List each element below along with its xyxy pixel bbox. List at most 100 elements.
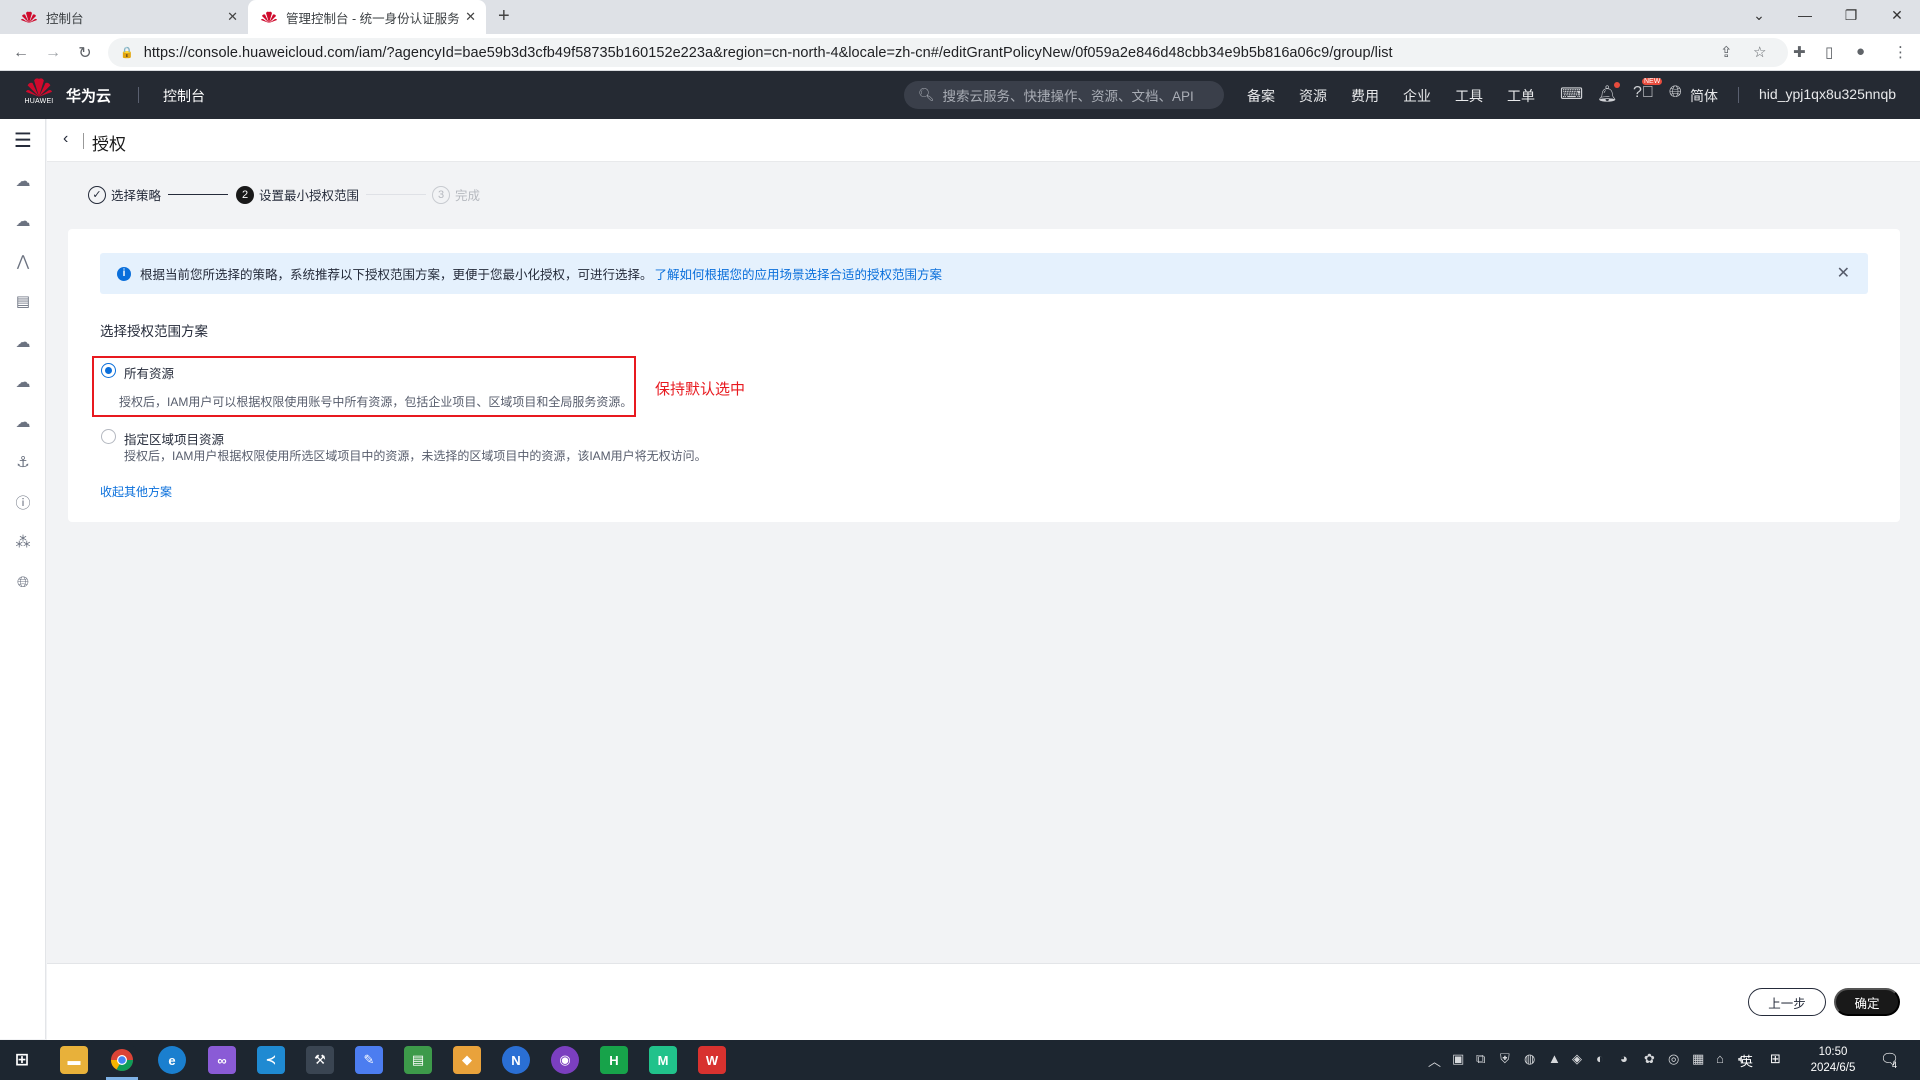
radio-region-project-resources[interactable] <box>101 429 116 444</box>
forward-arrow-icon[interactable]: → <box>41 41 65 65</box>
tab-close-icon[interactable]: ✕ <box>227 9 238 25</box>
huawei-favicon-icon <box>20 10 38 24</box>
new-tab-button[interactable]: + <box>498 5 510 28</box>
profile-avatar-icon[interactable]: ● <box>1856 43 1865 60</box>
tools-icon[interactable]: ⚒ <box>306 1046 334 1074</box>
upload-cloud-icon[interactable]: ☁ <box>11 370 35 394</box>
tray-app-icon[interactable]: ◎ <box>1668 1051 1679 1067</box>
new-badge: NEW <box>1642 78 1663 85</box>
network-icon[interactable]: ⌂ <box>1716 1051 1724 1066</box>
nav-enterprise[interactable]: 企业 <box>1403 86 1431 106</box>
ecs-cloud-icon[interactable]: ☁ <box>11 169 35 193</box>
confirm-button[interactable]: 确定 <box>1834 988 1900 1016</box>
hbuilder-icon[interactable]: H <box>600 1046 628 1074</box>
notepad-icon[interactable]: ▤ <box>404 1046 432 1074</box>
info-text: 根据当前您所选择的策略，系统推荐以下授权范围方案，更便于您最小化授权，可进行选择… <box>140 268 653 282</box>
info-icon: i <box>117 266 131 281</box>
wechat-icon[interactable]: ◕ <box>1620 1051 1628 1066</box>
git-icon[interactable]: ◆ <box>453 1046 481 1074</box>
tray-app-icon[interactable]: ◈ <box>1572 1051 1582 1067</box>
step-connector <box>366 194 426 195</box>
windows-start-icon[interactable]: ⊞ <box>8 1046 36 1074</box>
file-explorer-icon[interactable]: ▬ <box>60 1046 88 1074</box>
tray-app-icon[interactable]: ▣ <box>1452 1051 1464 1067</box>
ime-layout-icon[interactable]: ⊞ <box>1770 1051 1781 1067</box>
document-icon[interactable]: ▤ <box>11 289 35 313</box>
cdn-cloud-icon[interactable]: ☁ <box>11 209 35 233</box>
reload-icon[interactable]: ↻ <box>73 41 97 65</box>
tray-app-icon[interactable]: ◍ <box>1524 1051 1535 1067</box>
browser-tab-iam[interactable]: 管理控制台 - 统一身份认证服务 ✕ <box>248 0 486 34</box>
option-label[interactable]: 所有资源 <box>124 363 174 382</box>
action-footer <box>47 963 1920 1040</box>
tray-shield-icon[interactable]: ⛨ <box>1500 1051 1510 1067</box>
vscode-icon[interactable]: ≺ <box>257 1046 285 1074</box>
share-icon[interactable]: ⇪ <box>1720 43 1733 61</box>
global-search-input[interactable]: 🔍︎ 搜索云服务、快捷操作、资源、文档、API <box>904 81 1224 109</box>
network-globe-icon[interactable]: 🌐︎ <box>11 570 35 594</box>
huawei-logo[interactable]: HUAWEI <box>24 77 54 113</box>
nav-resources[interactable]: 资源 <box>1299 86 1327 106</box>
tray-app-icon[interactable]: ✿ <box>1644 1051 1655 1067</box>
section-title: 选择授权范围方案 <box>100 324 208 339</box>
tab-close-icon[interactable]: ✕ <box>465 9 476 25</box>
help-icon[interactable]: ?⃝ <box>1633 84 1654 102</box>
cluster-icon[interactable]: ⁂ <box>11 530 35 554</box>
username[interactable]: hid_ypj1qx8u325nnqb <box>1759 86 1896 102</box>
wps-icon[interactable]: W <box>698 1046 726 1074</box>
bookmark-star-icon[interactable]: ☆ <box>1753 43 1766 61</box>
tray-app-icon[interactable]: ▲ <box>1548 1051 1561 1066</box>
url-text: https://console.huaweicloud.com/iam/?age… <box>143 44 1393 61</box>
title-divider <box>83 133 84 149</box>
anchor-icon[interactable]: ⚓ <box>11 450 35 474</box>
brand-name[interactable]: 华为云 <box>66 85 111 106</box>
system-clock[interactable]: 10:50 2024/6/5 <box>1798 1044 1868 1076</box>
nav-beian[interactable]: 备案 <box>1247 86 1275 106</box>
previous-step-button[interactable]: 上一步 <box>1748 988 1826 1016</box>
feishu-icon[interactable]: ✎ <box>355 1046 383 1074</box>
nav-billing[interactable]: 费用 <box>1351 86 1379 106</box>
header-divider <box>138 87 139 103</box>
window-close-icon[interactable]: ✕ <box>1874 0 1920 30</box>
close-icon[interactable]: ✕ <box>1837 263 1850 283</box>
backup-cloud-icon[interactable]: ☁ <box>11 410 35 434</box>
mountain-icon[interactable]: ⋀ <box>11 249 35 273</box>
ime-mode[interactable]: 英 <box>1740 1051 1753 1070</box>
hamburger-menu-icon[interactable]: ☰ <box>11 128 35 152</box>
back-arrow-icon[interactable]: ← <box>9 41 33 65</box>
mindmaster-icon[interactable]: M <box>649 1046 677 1074</box>
radio-all-resources[interactable] <box>101 363 116 378</box>
tab-search-chevron-icon[interactable]: ⌄ <box>1736 0 1782 30</box>
obs-cloud-icon[interactable]: ☁ <box>11 330 35 354</box>
nav-tickets[interactable]: 工单 <box>1507 86 1535 106</box>
option-label[interactable]: 指定区域项目资源 <box>124 429 224 448</box>
tray-copy-icon[interactable]: ⧉ <box>1476 1051 1485 1067</box>
url-omnibox[interactable]: 🔒 https://console.huaweicloud.com/iam/?a… <box>108 38 1788 67</box>
app-purple-icon[interactable]: ◉ <box>551 1046 579 1074</box>
info-help-link[interactable]: 了解如何根据您的应用场景选择合适的授权范围方案 <box>655 264 943 283</box>
tray-app-icon[interactable]: ▦ <box>1692 1051 1704 1067</box>
extensions-puzzle-icon[interactable]: ✚ <box>1793 43 1806 61</box>
nav-tools[interactable]: 工具 <box>1455 86 1483 106</box>
ip-icon[interactable]: ⓘ <box>11 490 35 514</box>
cloud-shell-icon[interactable]: ⌨ <box>1560 84 1583 104</box>
minimize-icon[interactable]: — <box>1782 0 1828 30</box>
chrome-icon[interactable] <box>108 1046 136 1074</box>
tray-app-icon[interactable]: ◐ <box>1596 1051 1604 1066</box>
browser-menu-icon[interactable]: ⋮ <box>1893 43 1908 61</box>
collapse-options-link[interactable]: 收起其他方案 <box>100 483 172 500</box>
browser-tab-console[interactable]: 控制台 ✕ <box>8 0 248 34</box>
tray-expand-icon[interactable]: ︿ <box>1428 1051 1441 1070</box>
app-n-icon[interactable]: N <box>502 1046 530 1074</box>
edge-icon[interactable]: e <box>158 1046 186 1074</box>
visual-studio-icon[interactable]: ∞ <box>208 1046 236 1074</box>
restore-icon[interactable]: ❐ <box>1828 0 1874 30</box>
tab-title: 控制台 <box>46 11 84 26</box>
back-chevron-icon[interactable]: ‹ <box>63 130 68 148</box>
side-panel-icon[interactable]: ▯ <box>1825 43 1833 61</box>
console-link[interactable]: 控制台 <box>163 86 205 106</box>
globe-icon: 🌐︎ <box>1669 84 1682 101</box>
step-number: 2 <box>236 185 254 204</box>
language-switch[interactable]: 简体 <box>1690 86 1718 106</box>
step-set-scope: 2 设置最小授权范围 <box>236 185 359 204</box>
